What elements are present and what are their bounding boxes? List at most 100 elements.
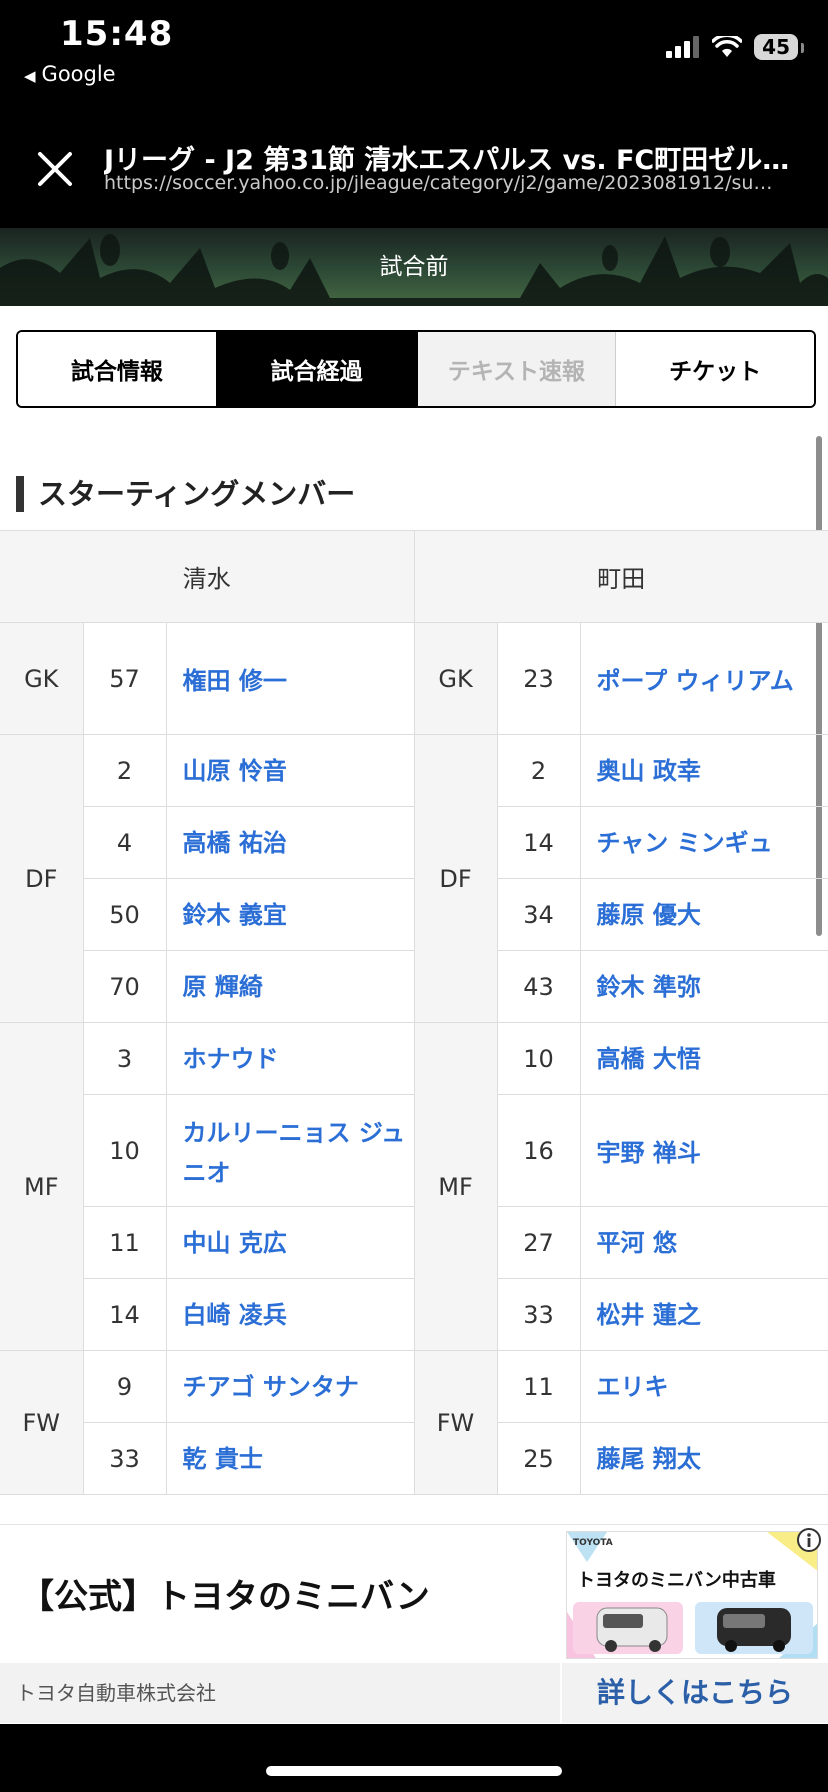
table-row: 70 原 輝綺 43 鈴木 準弥: [0, 950, 828, 1023]
player-link[interactable]: 高橋 祐治: [183, 829, 287, 857]
tab-tickets[interactable]: チケット: [616, 332, 814, 406]
table-row: 10 カルリーニョス ジュニオ 16 宇野 禅斗: [0, 1094, 828, 1207]
player-name-cell: 奥山 政幸: [580, 734, 828, 807]
player-name-cell: 平河 悠: [580, 1206, 828, 1279]
position-label: DF: [0, 734, 84, 1023]
table-row: 14 白崎 凌兵 33 松井 蓮之: [0, 1278, 828, 1351]
player-number: 14: [83, 1278, 167, 1351]
status-bar: 15:48 ◀ Google 45: [0, 0, 828, 100]
player-link[interactable]: 藤尾 翔太: [597, 1445, 701, 1473]
player-link[interactable]: 藤原 優大: [597, 901, 701, 929]
sponsored-ad[interactable]: 【公式】トヨタのミニバン TOYOTA トヨタのミニバン中古車 トヨタ自動車株式…: [0, 1524, 828, 1724]
player-link[interactable]: 白崎 凌兵: [183, 1301, 287, 1329]
player-number: 14: [497, 806, 581, 879]
ad-cta-button[interactable]: 詳しくはこちら: [562, 1663, 828, 1723]
position-label: MF: [0, 1022, 84, 1351]
ad-illustration: [567, 1532, 817, 1658]
position-label: FW: [414, 1350, 498, 1495]
player-number: 16: [497, 1094, 581, 1207]
player-link[interactable]: チアゴ サンタナ: [183, 1373, 359, 1401]
position-label: GK: [0, 622, 84, 735]
player-name-cell: エリキ: [580, 1350, 828, 1423]
player-name-cell: 松井 蓮之: [580, 1278, 828, 1351]
player-name-cell: カルリーニョス ジュニオ: [166, 1094, 415, 1207]
browser-header: Jリーグ - J2 第31節 清水エスパルス vs. FC町田ゼルビア http…: [0, 100, 828, 228]
player-name-cell: チアゴ サンタナ: [166, 1350, 415, 1423]
player-link[interactable]: ポープ ウィリアム: [597, 667, 794, 695]
tab-match-info[interactable]: 試合情報: [18, 332, 218, 406]
match-banner: 試合前: [0, 228, 828, 306]
wifi-icon: [712, 36, 743, 57]
away-team-header: 町田: [413, 530, 828, 623]
player-number: 10: [83, 1094, 167, 1207]
player-name-cell: 山原 怜音: [166, 734, 415, 807]
battery-indicator: 45: [754, 34, 804, 60]
player-name-cell: 原 輝綺: [166, 950, 415, 1023]
player-link[interactable]: 松井 蓮之: [597, 1301, 701, 1329]
position-label: FW: [0, 1350, 84, 1495]
player-number: 3: [83, 1022, 167, 1095]
player-name-cell: 宇野 禅斗: [580, 1094, 828, 1207]
tab-text-live: テキスト速報: [417, 332, 617, 406]
close-icon[interactable]: [32, 146, 78, 192]
player-name-cell: ポープ ウィリアム: [580, 622, 828, 735]
table-row: 11 中山 克広 27 平河 悠: [0, 1206, 828, 1279]
player-number: 27: [497, 1206, 581, 1279]
back-triangle-icon: ◀: [24, 67, 36, 85]
match-status: 試合前: [379, 254, 449, 280]
player-number: 11: [497, 1350, 581, 1423]
main-content: 試合情報 試合経過 テキスト速報 チケット スターティングメンバー 清水 町田 …: [0, 306, 828, 1724]
player-link[interactable]: チャン ミンギュ: [597, 829, 773, 857]
table-row: GK 57 権田 修一 GK 23 ポープ ウィリアム: [0, 622, 828, 735]
player-link[interactable]: ホナウド: [183, 1045, 279, 1073]
ad-image[interactable]: TOYOTA トヨタのミニバン中古車: [566, 1531, 818, 1659]
position-label: DF: [414, 734, 498, 1023]
player-number: 10: [497, 1022, 581, 1095]
player-name-cell: 白崎 凌兵: [166, 1278, 415, 1351]
back-to-app-link[interactable]: ◀ Google: [24, 62, 116, 86]
player-link[interactable]: 鈴木 準弥: [597, 973, 701, 1001]
table-row: 33 乾 貴士 25 藤尾 翔太: [0, 1422, 828, 1495]
player-link[interactable]: 宇野 禅斗: [597, 1139, 701, 1167]
player-link[interactable]: 中山 克広: [183, 1229, 287, 1257]
ad-sponsor: トヨタ自動車株式会社: [16, 1681, 216, 1705]
bottom-bar: [0, 1724, 828, 1792]
section-title: スターティングメンバー: [16, 476, 355, 512]
player-number: 43: [497, 950, 581, 1023]
player-number: 25: [497, 1422, 581, 1495]
player-name-cell: 権田 修一: [166, 622, 415, 735]
player-link[interactable]: 高橋 大悟: [597, 1045, 701, 1073]
lineup-table: 清水 町田 GK 57 権田 修一 GK 23 ポープ ウィリアム DF 2 山…: [0, 530, 828, 1495]
table-row: MF 3 ホナウド MF 10 高橋 大悟: [0, 1022, 828, 1351]
player-number: 11: [83, 1206, 167, 1279]
player-name-cell: 高橋 大悟: [580, 1022, 828, 1095]
home-indicator[interactable]: [266, 1766, 562, 1776]
player-number: 50: [83, 878, 167, 951]
position-label: GK: [414, 622, 498, 735]
player-name-cell: 中山 克広: [166, 1206, 415, 1279]
player-link[interactable]: 山原 怜音: [183, 757, 287, 785]
player-link[interactable]: カルリーニョス ジュニオ: [183, 1119, 406, 1187]
home-team-header: 清水: [0, 530, 415, 623]
ad-footer: トヨタ自動車株式会社: [0, 1663, 560, 1723]
ad-image-text: トヨタのミニバン中古車: [577, 1570, 776, 1591]
tab-match-progress[interactable]: 試合経過: [217, 332, 418, 406]
page-url: https://soccer.yahoo.co.jp/jleague/categ…: [104, 172, 776, 194]
player-link[interactable]: 乾 貴士: [183, 1445, 263, 1473]
player-link[interactable]: 鈴木 義宜: [183, 901, 287, 929]
table-row: DF 2 山原 怜音 DF 2 奥山 政幸: [0, 734, 828, 1023]
player-link[interactable]: 権田 修一: [183, 667, 287, 695]
player-number: 33: [497, 1278, 581, 1351]
player-link[interactable]: 平河 悠: [597, 1229, 677, 1257]
player-link[interactable]: エリキ: [597, 1373, 669, 1401]
ad-info-icon[interactable]: [796, 1527, 822, 1553]
player-number: 2: [83, 734, 167, 807]
player-link[interactable]: 奥山 政幸: [597, 757, 701, 785]
player-number: 33: [83, 1422, 167, 1495]
signal-icon: [666, 36, 700, 58]
player-link[interactable]: 原 輝綺: [183, 973, 263, 1001]
player-number: 70: [83, 950, 167, 1023]
player-number: 9: [83, 1350, 167, 1423]
ad-headline[interactable]: 【公式】トヨタのミニバン: [20, 1569, 550, 1618]
back-app-label: Google: [41, 62, 116, 86]
